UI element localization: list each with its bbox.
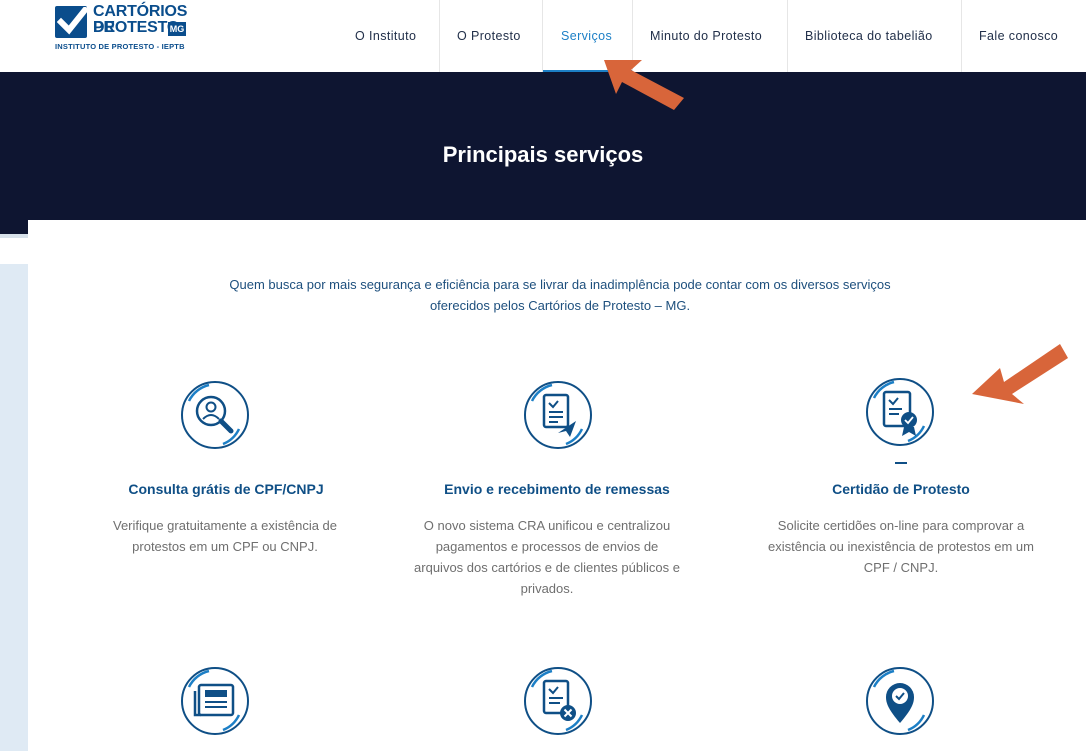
- service-desc-line: Verifique gratuitamente a existência de: [112, 518, 338, 533]
- service-desc-line: privados.: [520, 581, 574, 596]
- service-desc-line: arquivos dos cartórios e de clientes púb…: [414, 560, 680, 575]
- document-send-icon[interactable]: [522, 379, 594, 451]
- service-title-consulta[interactable]: Consulta grátis de CPF/CNPJ: [56, 481, 396, 497]
- service-desc-line: CPF / CNPJ.: [863, 560, 939, 575]
- service-title-certidao[interactable]: Certidão de Protesto: [731, 481, 1071, 497]
- intro-line2: oferecidos pelos Cartórios de Protesto –…: [429, 298, 691, 313]
- nav-item-fale-conosco[interactable]: Fale conosco: [979, 0, 1058, 72]
- annotation-arrow-icon: [972, 344, 1068, 404]
- nav-divider: [961, 0, 962, 72]
- location-check-icon[interactable]: [864, 665, 936, 737]
- intro-text: Quem busca por mais segurança e eficiênc…: [180, 274, 940, 316]
- site-logo[interactable]: CARTÓRIOS DE PROTESTO MG INSTITUTO DE PR…: [55, 4, 205, 64]
- service-desc-consulta: Verifique gratuitamente a existência de …: [85, 515, 365, 557]
- hero-ledge-shadow: [0, 234, 28, 238]
- checkmark-icon: [55, 6, 87, 38]
- site-header: CARTÓRIOS DE PROTESTO MG INSTITUTO DE PR…: [0, 0, 1086, 73]
- certificate-icon[interactable]: [864, 376, 936, 448]
- service-title-envio[interactable]: Envio e recebimento de remessas: [387, 481, 727, 497]
- service-desc-certidao: Solicite certidões on-line para comprova…: [741, 515, 1061, 578]
- nav-divider: [542, 0, 543, 72]
- service-desc-line: pagamentos e processos de envios de: [435, 539, 659, 554]
- service-desc-line: existência ou inexistência de protestos …: [768, 539, 1034, 554]
- nav-divider: [439, 0, 440, 72]
- nav-item-o-protesto[interactable]: O Protesto: [457, 0, 521, 72]
- edital-newspaper-icon[interactable]: [179, 665, 251, 737]
- logo-tagline: INSTITUTO DE PROTESTO - IEPTB: [55, 42, 185, 51]
- annotation-arrow-icon: [604, 60, 684, 110]
- nav-item-o-instituto[interactable]: O Instituto: [355, 0, 416, 72]
- search-person-icon[interactable]: [179, 379, 251, 451]
- service-desc-line: protestos em um CPF ou CNPJ.: [132, 539, 318, 554]
- left-decor-band: [0, 264, 28, 751]
- service-desc-envio: O novo sistema CRA unificou e centralizo…: [397, 515, 697, 599]
- nav-divider: [787, 0, 788, 72]
- logo-badge: MG: [168, 22, 186, 36]
- page-title: Principais serviços: [442, 142, 644, 167]
- logo-line2: PROTESTO: [93, 19, 180, 36]
- service-desc-line: Solicite certidões on-line para comprova…: [777, 518, 1025, 533]
- active-dash: [895, 462, 907, 464]
- nav-item-biblioteca-do-tabeliao[interactable]: Biblioteca do tabelião: [805, 0, 933, 72]
- intro-line1: Quem busca por mais segurança e eficiênc…: [229, 277, 891, 292]
- document-cancel-icon[interactable]: [522, 665, 594, 737]
- service-desc-line: O novo sistema CRA unificou e centralizo…: [423, 518, 671, 533]
